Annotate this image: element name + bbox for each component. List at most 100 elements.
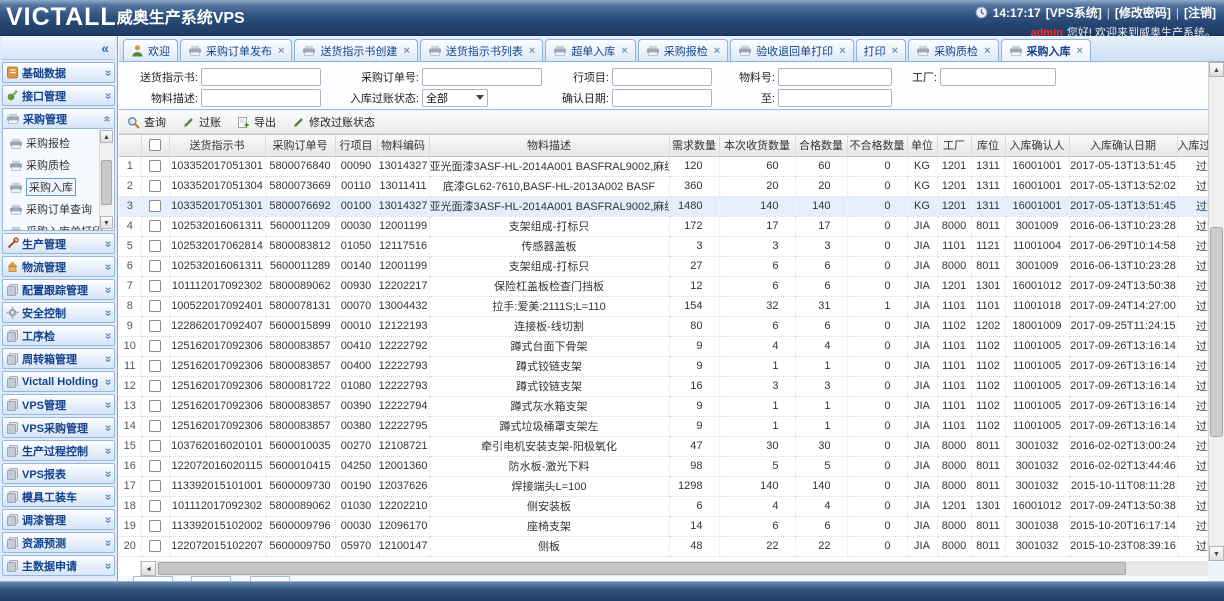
- sidebar-group[interactable]: 采购管理«: [2, 108, 115, 129]
- tab[interactable]: 采购质检×: [908, 39, 998, 61]
- column-header[interactable]: 行项目: [335, 135, 377, 156]
- logout-link[interactable]: [注销]: [1184, 4, 1216, 21]
- tab-close-icon[interactable]: ×: [529, 45, 535, 57]
- filter-input[interactable]: [201, 68, 321, 86]
- scroll-down-icon[interactable]: ▼: [1209, 546, 1224, 561]
- tab[interactable]: 验收退回单打印×: [730, 39, 853, 61]
- tab-close-icon[interactable]: ×: [278, 45, 284, 57]
- sidebar-subitem[interactable]: 采购入库: [9, 176, 98, 198]
- row-checkbox[interactable]: [149, 500, 161, 512]
- toolbar-button[interactable]: 修改过账状态: [292, 114, 375, 130]
- table-row[interactable]: 1012516201709230658000838570041012222792…: [119, 336, 1208, 356]
- submenu-scrollbar[interactable]: ▲▼: [99, 130, 113, 229]
- tab-close-icon[interactable]: ×: [892, 45, 898, 57]
- sidebar-subitem[interactable]: 采购订单查询: [9, 198, 98, 220]
- column-header[interactable]: 物料编码: [377, 135, 429, 156]
- filter-input[interactable]: [778, 68, 892, 86]
- vertical-scroll-thumb[interactable]: [1210, 227, 1223, 437]
- sidebar-group[interactable]: 周转箱管理«: [2, 348, 115, 369]
- sidebar-group[interactable]: 工序检«: [2, 325, 115, 346]
- table-row[interactable]: 410253201606131156000112090003012001199支…: [119, 216, 1208, 236]
- table-row[interactable]: 1911339201510200256000097960003012096170…: [119, 516, 1208, 536]
- vps-system-link[interactable]: [VPS系统]: [1046, 4, 1102, 21]
- table-row[interactable]: 610253201606131156000112890014012001199支…: [119, 256, 1208, 276]
- row-checkbox[interactable]: [149, 380, 161, 392]
- sidebar-group[interactable]: 接口管理«: [2, 85, 115, 106]
- row-checkbox[interactable]: [149, 200, 161, 212]
- tab-close-icon[interactable]: ×: [621, 45, 627, 57]
- filter-input[interactable]: [201, 89, 321, 107]
- horizontal-scrollbar[interactable]: ◄: [119, 561, 1208, 576]
- scroll-up-icon[interactable]: ▲: [1209, 62, 1224, 77]
- table-row[interactable]: 110335201705130158000768400009013014327亚…: [119, 156, 1208, 176]
- table-row[interactable]: 810052201709240158000781310007013004432拉…: [119, 296, 1208, 316]
- filter-input[interactable]: [422, 68, 542, 86]
- toolbar-button[interactable]: 过账: [182, 114, 221, 130]
- column-header[interactable]: 采购订单号: [265, 135, 335, 156]
- row-checkbox[interactable]: [149, 260, 161, 272]
- column-header[interactable]: 工厂: [937, 135, 971, 156]
- table-row[interactable]: 1612207201602011556000104150425012001360…: [119, 456, 1208, 476]
- submenu-scroll-thumb[interactable]: [101, 160, 112, 205]
- sidebar-subitem[interactable]: 采购报检: [9, 132, 98, 154]
- toolbar-button[interactable]: 导出: [237, 114, 276, 130]
- tab[interactable]: 送货指示书创建×: [294, 39, 417, 61]
- row-checkbox[interactable]: [149, 360, 161, 372]
- row-checkbox[interactable]: [149, 460, 161, 472]
- table-row[interactable]: 1112516201709230658000838570040012222793…: [119, 356, 1208, 376]
- row-checkbox[interactable]: [149, 320, 161, 332]
- tab[interactable]: 超单入库×: [545, 39, 635, 61]
- table-row[interactable]: 1412516201709230658000838570038012222795…: [119, 416, 1208, 436]
- tab[interactable]: 采购订单发布×: [180, 39, 292, 61]
- tab[interactable]: 采购入库×: [1001, 39, 1091, 61]
- tab-close-icon[interactable]: ×: [1077, 45, 1083, 57]
- table-row[interactable]: 1711339201510100156000097300019012037626…: [119, 476, 1208, 496]
- row-checkbox[interactable]: [149, 280, 161, 292]
- sidebar-group[interactable]: 安全控制«: [2, 302, 115, 323]
- sidebar-group[interactable]: 物流管理«: [2, 256, 115, 277]
- sidebar-group[interactable]: 调漆管理«: [2, 509, 115, 530]
- sidebar-subitem[interactable]: 采购入库单打印: [9, 220, 98, 231]
- filter-input[interactable]: [612, 89, 712, 107]
- row-checkbox[interactable]: [149, 300, 161, 312]
- table-row[interactable]: 1312516201709230658000838570039012222794…: [119, 396, 1208, 416]
- tab[interactable]: 采购报检×: [638, 39, 728, 61]
- row-checkbox[interactable]: [149, 520, 161, 532]
- row-checkbox[interactable]: [149, 440, 161, 452]
- table-row[interactable]: 710111201709230258000890620093012202217保…: [119, 276, 1208, 296]
- row-checkbox[interactable]: [149, 480, 161, 492]
- filter-input[interactable]: [612, 68, 712, 86]
- column-header[interactable]: 库位: [971, 135, 1005, 156]
- sidebar-group[interactable]: 资源预测«: [2, 532, 115, 553]
- table-row[interactable]: 2012207201510220756000097500597012100147…: [119, 536, 1208, 556]
- row-checkbox[interactable]: [149, 340, 161, 352]
- table-row[interactable]: 1810111201709230258000890620103012202210…: [119, 496, 1208, 516]
- row-checkbox[interactable]: [149, 220, 161, 232]
- horizontal-scroll-thumb[interactable]: [158, 562, 1126, 575]
- table-row[interactable]: 510253201706281458000838120105012117516传…: [119, 236, 1208, 256]
- sidebar-group[interactable]: 模具工装车«: [2, 486, 115, 507]
- sidebar-group[interactable]: 生产管理«: [2, 233, 115, 254]
- table-row[interactable]: 210335201705130458000736690011013011411底…: [119, 176, 1208, 196]
- column-header[interactable]: 需求数量: [669, 135, 719, 156]
- row-checkbox[interactable]: [149, 400, 161, 412]
- column-header[interactable]: 单位: [907, 135, 937, 156]
- tab-close-icon[interactable]: ×: [714, 45, 720, 57]
- scroll-down-icon[interactable]: ▼: [100, 216, 113, 229]
- tab[interactable]: 送货指示书列表×: [420, 39, 543, 61]
- sidebar-group[interactable]: 主数据申请«: [2, 555, 115, 576]
- sidebar-group[interactable]: Victall Holding«: [2, 371, 115, 392]
- select-all-checkbox[interactable]: [149, 139, 161, 151]
- column-header[interactable]: 入库确认日期: [1069, 135, 1177, 156]
- column-header[interactable]: 物料描述: [429, 135, 669, 156]
- row-checkbox[interactable]: [149, 240, 161, 252]
- scroll-left-icon[interactable]: ◄: [141, 561, 156, 576]
- sidebar-group[interactable]: 生产过程控制«: [2, 440, 115, 461]
- column-header[interactable]: 入库确认人: [1005, 135, 1069, 156]
- filter-input[interactable]: [940, 68, 1056, 86]
- horizontal-scroll-track[interactable]: [156, 561, 1208, 576]
- column-header[interactable]: 不合格数量: [847, 135, 907, 156]
- tab-close-icon[interactable]: ×: [839, 45, 845, 57]
- sidebar-group[interactable]: 基础数据«: [2, 62, 115, 83]
- vertical-scrollbar[interactable]: ▲ ▼: [1208, 62, 1224, 561]
